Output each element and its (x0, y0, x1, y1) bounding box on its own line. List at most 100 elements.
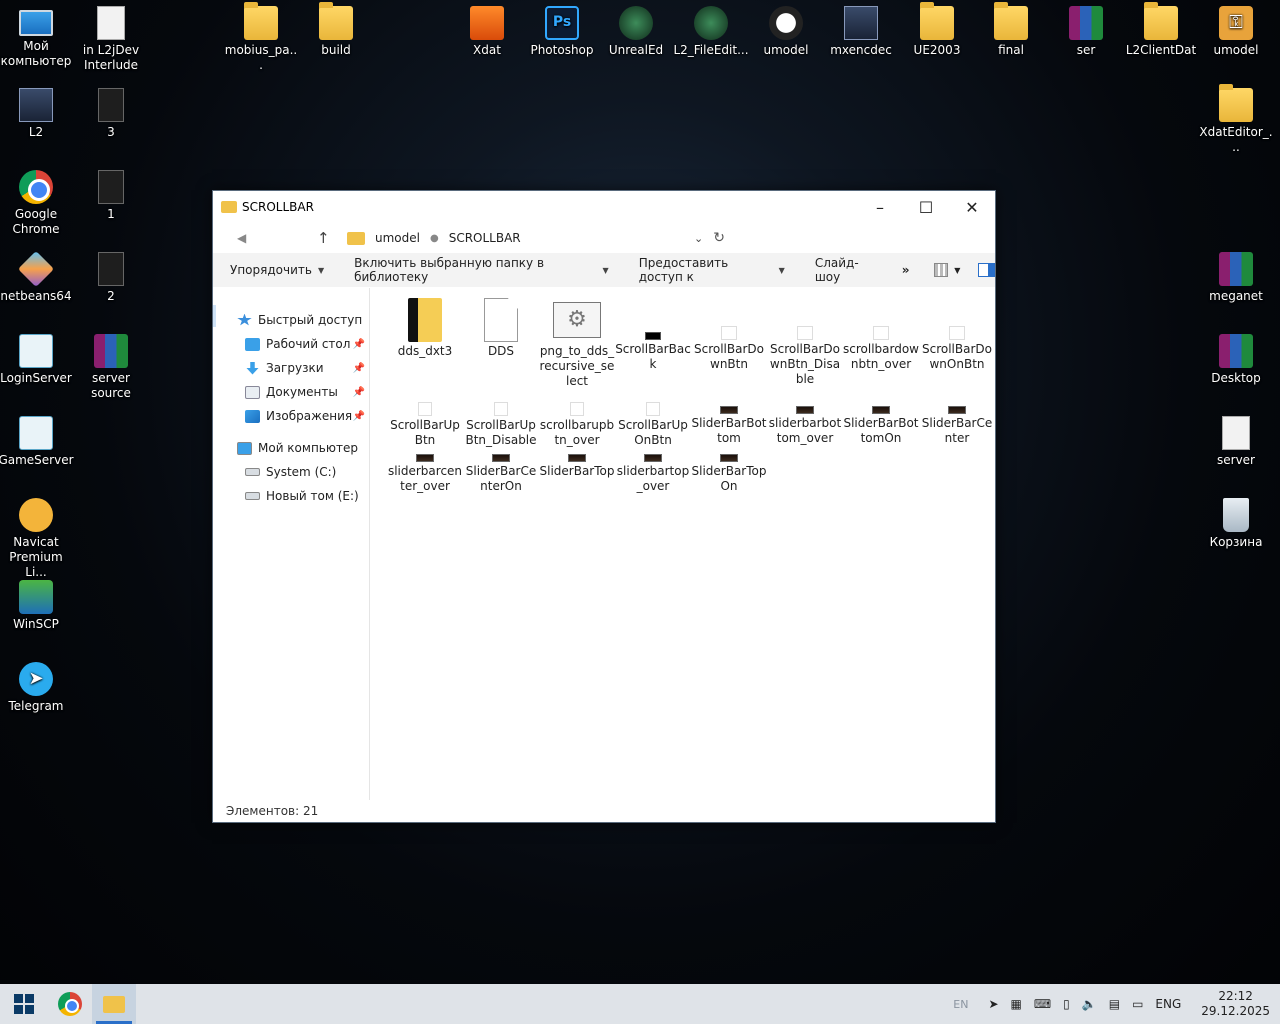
share-menu[interactable]: Предоставить доступ к ▼ (639, 256, 785, 284)
clock[interactable]: 22:12 29.12.2025 (1201, 989, 1270, 1019)
network-icon[interactable]: ▤ (1109, 997, 1120, 1011)
file-item[interactable]: sliderbarcenter_over (387, 450, 463, 498)
desktop-icon-2[interactable]: 2 (73, 252, 149, 304)
file-item[interactable]: SliderBarTop (539, 450, 615, 498)
desktop-icon-mobius[interactable]: mobius_pa... (223, 2, 299, 73)
chevron-down-icon[interactable]: ⌄ (694, 232, 703, 245)
file-item[interactable]: DDS (463, 298, 539, 368)
file-item[interactable]: ScrollBarUpOnBtn (615, 402, 691, 450)
file-item[interactable]: sliderbartop_over (615, 450, 691, 498)
volume-icon[interactable]: 🔈 (1082, 997, 1097, 1011)
file-item[interactable]: ScrollBarDownBtn (691, 298, 767, 371)
preview-pane-icon[interactable] (978, 263, 995, 277)
file-item[interactable]: SliderBarCenter (919, 402, 995, 450)
desktop-icon-l2-fileedit[interactable]: L2_FileEdit... (673, 6, 749, 58)
back-arrow-icon[interactable]: ◀ (237, 231, 257, 245)
desktop-icon-photoshop[interactable]: Ps Photoshop (524, 6, 600, 58)
include-in-library-menu[interactable]: Включить выбранную папку в библиотеку ▼ (354, 256, 609, 284)
file-item[interactable]: scrollbarupbtn_over (539, 402, 615, 450)
desktop-icon-netbeans[interactable]: netbeans64 (0, 250, 74, 304)
image-thumbnail-icon (494, 402, 508, 416)
desktop-icon-l2clientdat[interactable]: L2ClientDat (1123, 2, 1199, 58)
desktop-icon-ue2003[interactable]: UE2003 (899, 2, 975, 58)
view-options-icon[interactable] (933, 263, 949, 277)
breadcrumb-scrollbar[interactable]: SCROLLBAR (449, 231, 521, 245)
nav-drive-e[interactable]: Новый том (E:) (213, 484, 369, 508)
battery-icon[interactable]: ▯ (1063, 997, 1070, 1011)
desktop-icon-my-computer[interactable]: Мой компьютер (0, 6, 74, 69)
desktop-icon-unrealed[interactable]: UnrealEd (598, 6, 674, 58)
file-item[interactable]: ScrollBarDownBtn_Disable (767, 298, 843, 386)
file-item[interactable]: ScrollBarDownOnBtn (919, 298, 995, 371)
desktop-icon-navicat[interactable]: Navicat Premium Li... (0, 498, 74, 580)
up-arrow-icon[interactable]: ↑ (317, 229, 337, 247)
refresh-icon[interactable]: ↻ (713, 230, 725, 246)
desktop-icon-server-source[interactable]: server source (73, 334, 149, 401)
taskbar-chrome[interactable] (48, 984, 92, 1024)
desktop-icon-meganet[interactable]: meganet (1198, 252, 1274, 304)
desktop-icon-umodel-key[interactable]: ⚿ umodel (1198, 6, 1274, 58)
maximize-button[interactable]: ☐ (903, 191, 949, 223)
file-item[interactable]: scrollbardownbtn_over (843, 298, 919, 371)
image-thumbnail-icon (949, 326, 965, 340)
display-icon[interactable]: ▭ (1132, 997, 1143, 1011)
app-tray-icon[interactable]: ▦ (1011, 997, 1022, 1011)
desktop-icon-gameserver[interactable]: GameServer (0, 416, 74, 468)
chevron-down-icon[interactable]: ▼ (954, 266, 960, 275)
desktop-icon-3[interactable]: 3 (73, 88, 149, 140)
taskbar-explorer[interactable] (92, 984, 136, 1024)
nav-documents[interactable]: Документы 📌 (213, 380, 369, 404)
desktop-icon-l2jdev[interactable]: in L2jDev Interlude (73, 6, 149, 73)
desktop-icon-umodel[interactable]: umodel (748, 6, 824, 58)
desktop-icon-loginserver[interactable]: LoginServer (0, 334, 74, 386)
file-item[interactable]: SliderBarBottom (691, 402, 767, 450)
desktop-icon-desktop[interactable]: Desktop (1198, 334, 1274, 386)
desktop-icon-l2[interactable]: L2 (0, 88, 74, 140)
taskbar: EN ➤ ▦ ⌨ ▯ 🔈 ▤ ▭ ENG 22:12 29.12.2025 (0, 984, 1280, 1024)
file-item[interactable]: ScrollBarUpBtn_Disable (463, 402, 539, 450)
organize-menu[interactable]: Упорядочить ▼ (230, 263, 324, 277)
desktop-icon-final[interactable]: final (973, 2, 1049, 58)
nav-downloads[interactable]: Загрузки 📌 (213, 356, 369, 380)
desktop-icon-xdateditor[interactable]: XdatEditor_... (1198, 84, 1274, 155)
drive-icon (245, 492, 260, 500)
minimize-button[interactable]: – (857, 191, 903, 223)
photoshop-icon: Ps (545, 6, 579, 40)
desktop-icon-build[interactable]: build (298, 2, 374, 58)
desktop-icon-recycle-bin[interactable]: Корзина (1198, 498, 1274, 550)
telegram-tray-icon[interactable]: ➤ (988, 997, 998, 1011)
breadcrumb-umodel[interactable]: umodel (375, 231, 420, 245)
file-item[interactable]: SliderBarTopOn (691, 450, 767, 498)
nav-desktop[interactable]: Рабочий стол 📌 (213, 332, 369, 356)
desktop-icon-xdat[interactable]: Xdat (449, 6, 525, 58)
start-button[interactable] (0, 984, 48, 1024)
desktop-icon-1[interactable]: 1 (73, 170, 149, 222)
file-item[interactable]: SliderBarBottomOn (843, 402, 919, 450)
chevron-down-icon: ▼ (778, 265, 785, 275)
slideshow-button[interactable]: Слайд-шоу (815, 256, 878, 284)
input-indicator[interactable]: EN (953, 998, 968, 1011)
file-item[interactable]: sliderbarbottom_over (767, 402, 843, 450)
file-item[interactable]: ScrollBarUpBtn (387, 402, 463, 450)
folder-icon (920, 2, 954, 40)
desktop-icon-chrome[interactable]: Google Chrome (0, 170, 74, 237)
nav-my-computer[interactable]: Мой компьютер (213, 436, 369, 460)
file-item[interactable]: dds_dxt3 (387, 298, 463, 368)
ime-icon[interactable]: ⌨ (1034, 997, 1051, 1011)
language-indicator[interactable]: ENG (1155, 997, 1181, 1011)
desktop-icon-telegram[interactable]: ➤ Telegram (0, 662, 74, 714)
more-commands-button[interactable]: » (902, 263, 910, 277)
desktop-icon-server[interactable]: server (1198, 416, 1274, 468)
file-item[interactable]: ⚙ png_to_dds_recursive_select (539, 298, 615, 388)
desktop-icon-winscp[interactable]: WinSCP (0, 580, 74, 632)
file-item[interactable]: SliderBarCenterOn (463, 450, 539, 498)
close-button[interactable]: ✕ (949, 191, 995, 223)
desktop-icon-ser[interactable]: ser (1048, 6, 1124, 58)
title-bar[interactable]: SCROLLBAR – ☐ ✕ (213, 191, 995, 223)
nav-images[interactable]: Изображения 📌 (213, 404, 369, 428)
desktop-icon-mxencdec[interactable]: mxencdec (823, 6, 899, 58)
chrome-icon (19, 170, 53, 204)
file-item[interactable]: ScrollBarBack (615, 298, 691, 371)
nav-drive-c[interactable]: System (C:) (213, 460, 369, 484)
nav-quick-access[interactable]: Быстрый доступ (213, 308, 369, 332)
